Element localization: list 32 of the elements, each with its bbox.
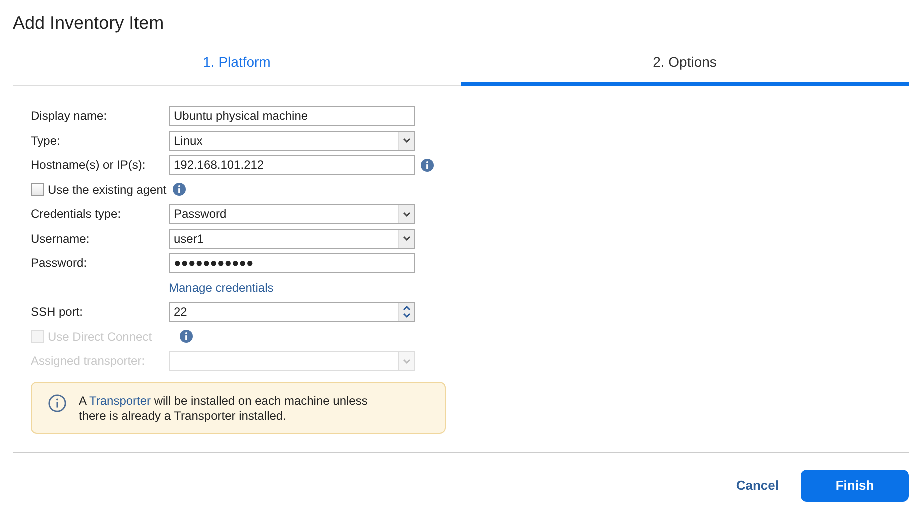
info-icon[interactable] — [172, 183, 186, 196]
caret-icon — [402, 138, 410, 144]
field-label: Credentials type: — [31, 207, 122, 222]
input-field[interactable]: ●●●●●●●●●●● — [169, 253, 415, 274]
field-label: Display name: — [31, 109, 108, 124]
caret-icon — [402, 358, 410, 364]
dropdown[interactable]: user1 — [169, 228, 415, 249]
input-field[interactable]: Ubuntu physical machine — [169, 106, 415, 126]
checkbox[interactable] — [31, 183, 44, 196]
field-label: Username: — [31, 232, 91, 246]
wizard-tab[interactable]: 2. Options — [461, 54, 909, 86]
spinner-arrows-icon[interactable] — [402, 305, 410, 320]
window-title: Add Inventory Item — [13, 12, 166, 35]
input-field[interactable]: 192.168.101.212 — [169, 155, 415, 176]
cancel-button[interactable]: Cancel — [736, 478, 779, 493]
transporter-link[interactable]: Transporter — [89, 394, 152, 408]
dropdown[interactable]: Password — [169, 204, 415, 224]
number-field[interactable]: 22 — [169, 302, 415, 322]
wizard-tab[interactable]: 1. Platform — [13, 54, 461, 86]
field-label: Password: — [31, 256, 88, 270]
checkbox-label: Use the existing agent — [48, 182, 167, 197]
notice-text: A Transporter will be installed on each machine unless there is already a Transporter installed. — [79, 394, 369, 424]
manage-credentials-link[interactable]: Manage credentials — [169, 280, 274, 295]
caret-icon — [402, 236, 410, 242]
finish-button[interactable]: Finish — [801, 470, 909, 502]
caret-icon — [402, 212, 410, 217]
field-label: SSH port: — [31, 305, 84, 320]
field-label: Hostname(s) or IP(s): — [31, 158, 147, 172]
dropdown[interactable]: Linux — [169, 130, 415, 151]
field-label: Type: — [31, 134, 62, 148]
info-icon[interactable] — [421, 158, 434, 172]
info-icon — [48, 394, 67, 412]
